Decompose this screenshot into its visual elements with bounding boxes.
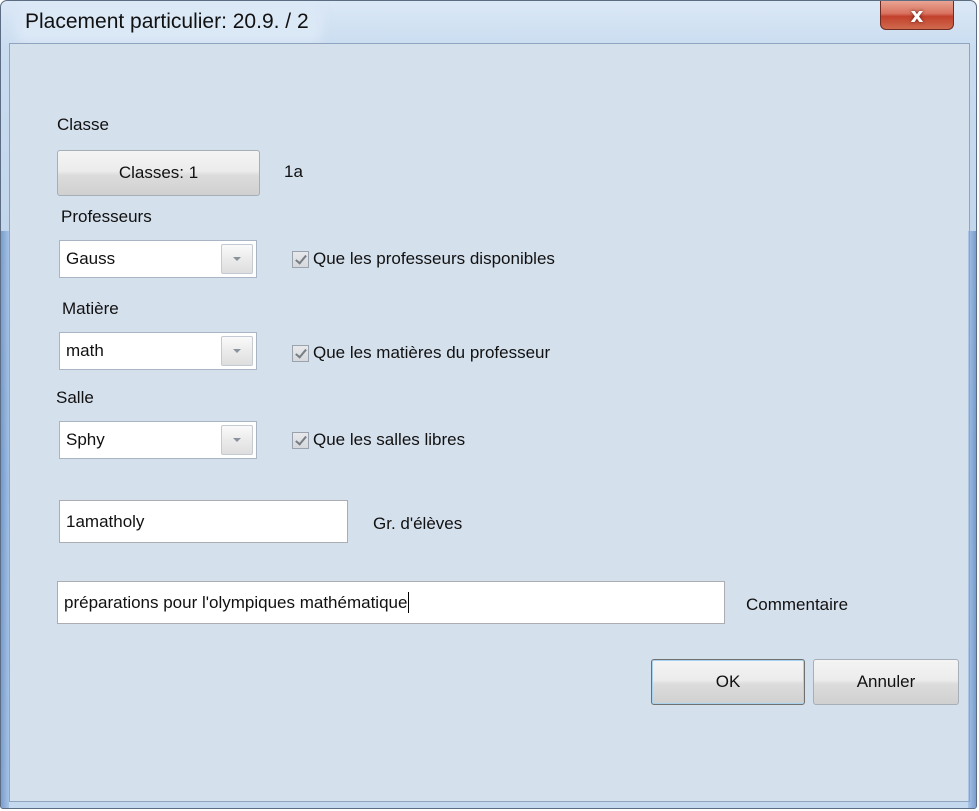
checkmark-icon[interactable] [292, 344, 309, 362]
ok-button[interactable]: OK [651, 659, 805, 705]
text-cursor [408, 592, 410, 613]
salle-checkbox-label: Que les salles libres [313, 430, 466, 449]
salles-libres-checkbox[interactable]: Que les salles libres [292, 430, 465, 450]
checkmark-icon[interactable] [292, 431, 309, 449]
groupe-eleves-label: Gr. d'élèves [373, 514, 463, 533]
commentaire-value: préparations pour l'olympiques mathémati… [64, 592, 408, 612]
classe-value: 1a [284, 162, 303, 181]
cancel-button[interactable]: Annuler [813, 659, 959, 705]
close-icon: x [910, 3, 924, 27]
chevron-down-icon [233, 438, 241, 442]
matiere-checkbox-label: Que les matières du professeur [313, 343, 551, 362]
matiere-combobox[interactable]: math [59, 332, 257, 370]
matiere-selected: math [66, 341, 104, 360]
classes-button[interactable]: Classes: 1 [57, 150, 260, 196]
salle-selected: Sphy [66, 430, 105, 449]
professeurs-selected: Gauss [66, 249, 116, 268]
window-title: Placement particulier: 20.9. / 2 [23, 10, 315, 36]
checkmark-icon[interactable] [292, 250, 309, 268]
close-button[interactable]: x [880, 1, 954, 30]
professeurs-combobox[interactable]: Gauss [59, 240, 257, 278]
classe-label: Classe [57, 115, 109, 134]
salle-combobox[interactable]: Sphy [59, 421, 257, 459]
commentaire-label: Commentaire [746, 595, 849, 614]
professeurs-checkbox-label: Que les professeurs disponibles [313, 249, 555, 268]
matiere-dropdown-button[interactable] [221, 336, 253, 366]
salle-label: Salle [56, 388, 94, 407]
title-bar[interactable]: Placement particulier: 20.9. / 2 x [1, 1, 976, 43]
chevron-down-icon [233, 257, 241, 261]
salle-dropdown-button[interactable] [221, 425, 253, 455]
professeurs-disponibles-checkbox[interactable]: Que les professeurs disponibles [292, 249, 555, 269]
professeurs-dropdown-button[interactable] [221, 244, 253, 274]
commentaire-input[interactable]: préparations pour l'olympiques mathémati… [57, 581, 725, 624]
groupe-eleves-input[interactable]: 1amatholy [59, 500, 348, 543]
matieres-professeur-checkbox[interactable]: Que les matières du professeur [292, 343, 550, 363]
groupe-eleves-value: 1amatholy [66, 511, 145, 531]
matiere-label: Matière [62, 299, 119, 318]
chevron-down-icon [233, 349, 241, 353]
dialog-window: Placement particulier: 20.9. / 2 x Class… [0, 0, 977, 809]
professeurs-label: Professeurs [61, 207, 152, 226]
dialog-body: Classe Classes: 1 1a Professeurs Gauss Q… [9, 43, 970, 802]
